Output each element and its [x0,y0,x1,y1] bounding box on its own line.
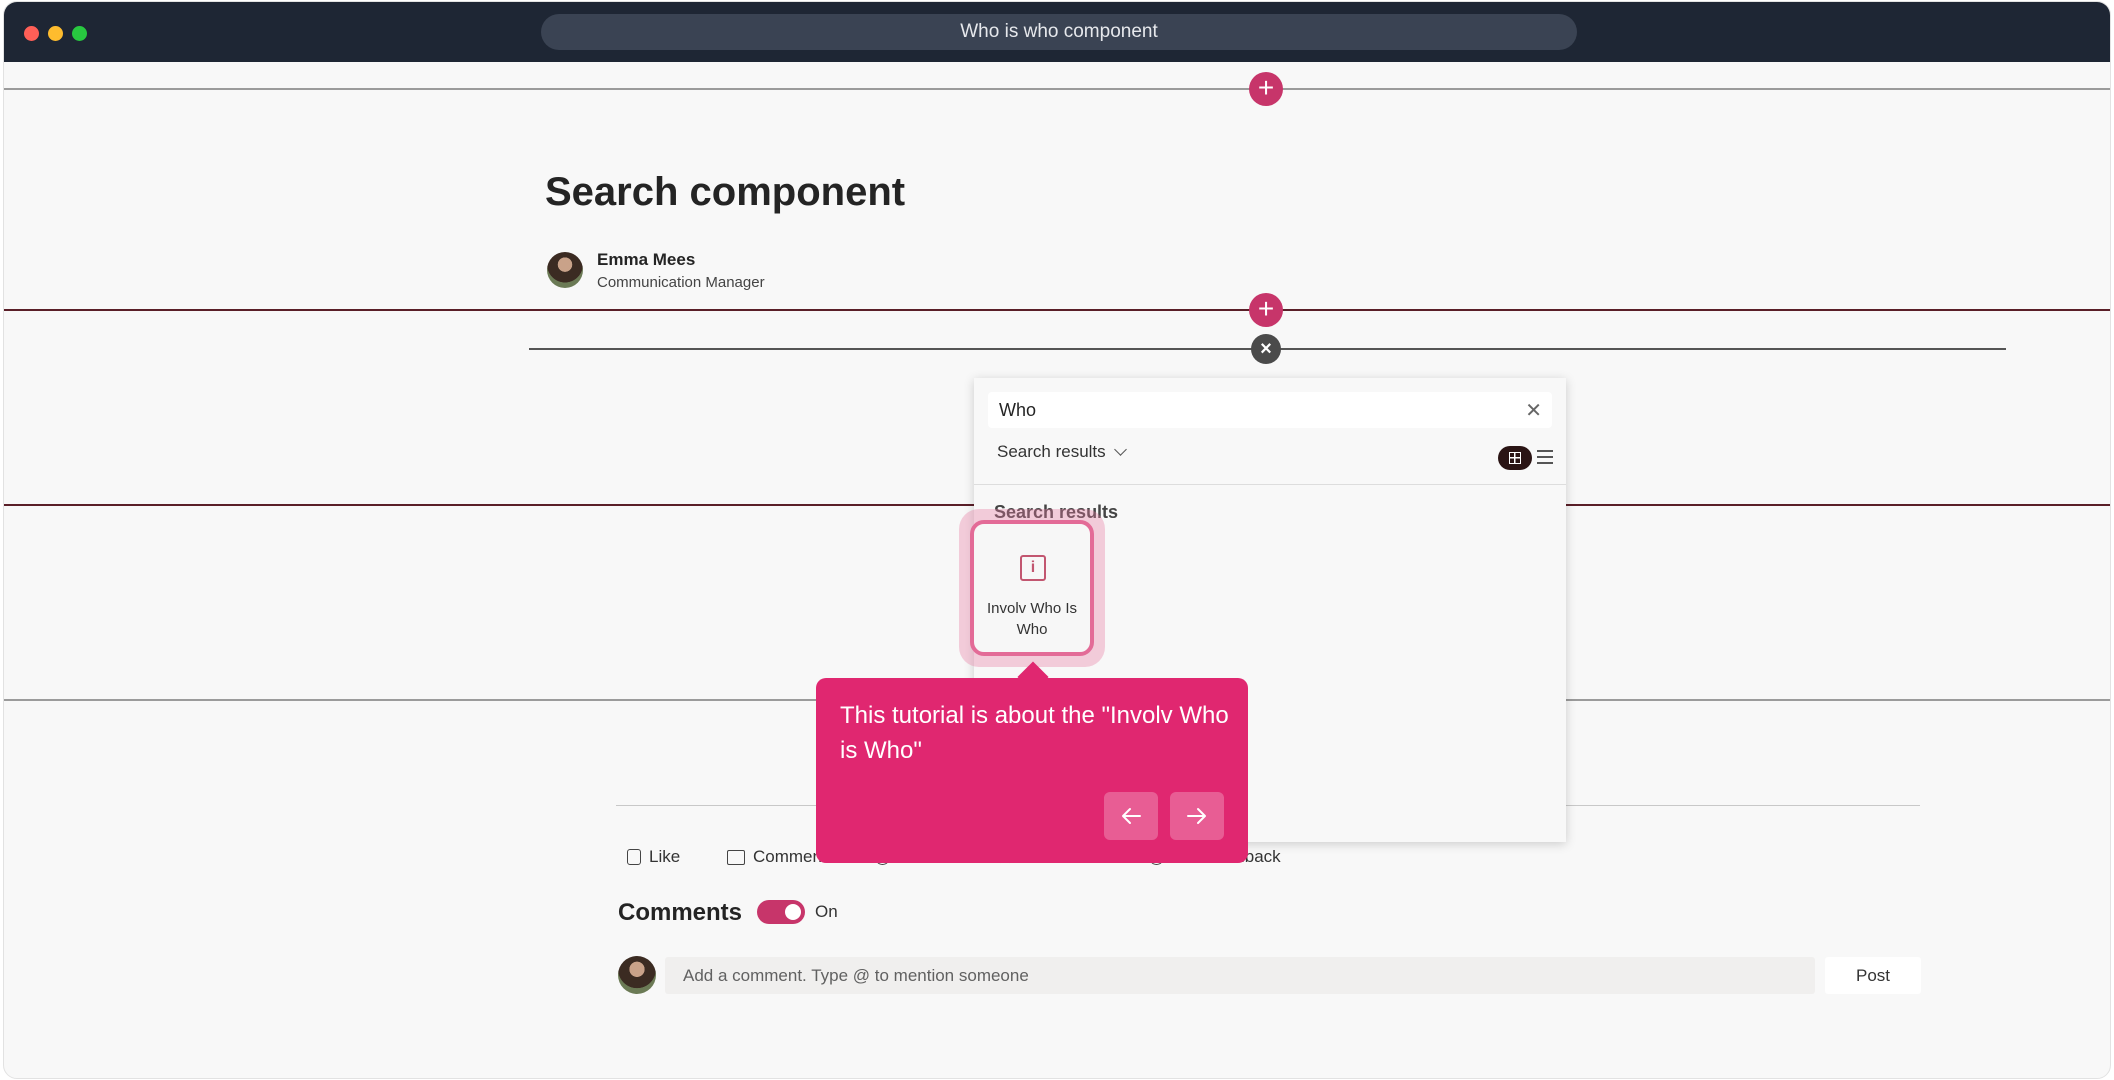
results-dropdown[interactable]: Search results [997,442,1127,462]
title-bar: Who is who component [4,2,2110,62]
involv-icon: i [1020,555,1046,581]
previous-step-button[interactable] [1104,792,1158,840]
author-role: Communication Manager [597,274,765,291]
toggle-knob [785,904,801,920]
close-icon[interactable]: ✕ [1525,398,1542,423]
browser-window: Who is who component + Search component … [3,1,2111,1079]
post-button[interactable]: Post [1825,957,1921,994]
like-icon [627,849,641,865]
arrow-left-icon [1122,808,1141,824]
comment-input[interactable] [665,957,1815,994]
tutorial-tooltip: This tutorial is about the "Involv Who i… [816,678,1248,863]
comment-icon [727,849,745,865]
comment-button[interactable]: Comment [727,847,827,867]
comments-toggle[interactable] [757,900,805,924]
commenter-avatar [618,956,656,994]
section-border-top [4,309,2110,311]
add-section-button-2[interactable]: + [1249,293,1283,327]
grid-view-icon[interactable] [1498,446,1532,470]
tooltip-text: This tutorial is about the "Involv Who i… [840,702,1229,764]
toggle-label: On [815,902,838,921]
comments-title: Comments [618,899,743,926]
list-view-icon[interactable] [1537,449,1553,465]
add-section-button[interactable]: + [1249,72,1283,106]
maximize-window-icon[interactable] [72,26,87,41]
search-value: Who [999,399,1037,420]
toolbox-search-input[interactable]: Who ✕ [988,392,1552,428]
address-bar[interactable]: Who is who component [541,14,1577,50]
chevron-down-icon [1113,443,1127,456]
panel-divider [974,484,1566,485]
dropdown-label: Search results [997,442,1106,461]
page-title: Search component [545,170,906,214]
result-tile-label: Involv Who Is Who [986,600,1078,638]
section-divider [4,88,2110,90]
next-step-button[interactable] [1170,792,1224,840]
author-name: Emma Mees [597,250,696,269]
arrow-right-icon [1187,808,1206,824]
result-tile-involv-who-is-who[interactable]: i Involv Who Is Who [970,520,1094,656]
like-button[interactable]: Like [627,847,680,867]
close-toolbox-button[interactable]: × [1251,334,1281,364]
close-window-icon[interactable] [24,26,39,41]
author-avatar [547,252,583,288]
minimize-window-icon[interactable] [48,26,63,41]
